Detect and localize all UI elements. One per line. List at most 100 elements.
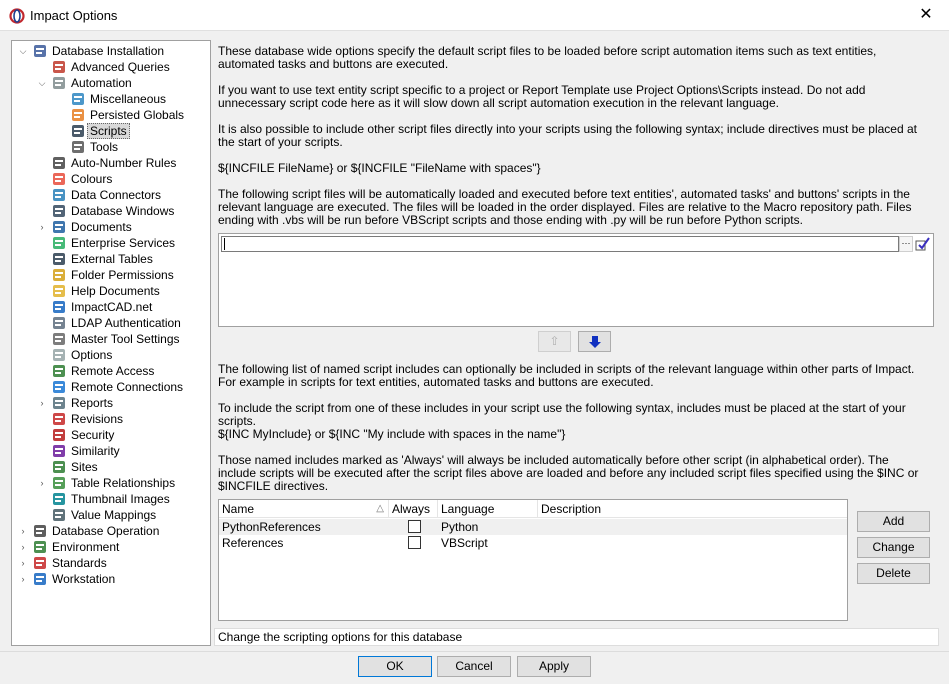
script-file-input[interactable] xyxy=(221,236,899,252)
globe-icon xyxy=(53,301,65,313)
thumbnail-icon xyxy=(53,493,65,505)
column-description[interactable]: Description xyxy=(538,500,847,518)
gears-icon xyxy=(53,77,65,89)
tree-item-advanced-queries[interactable]: Advanced Queries xyxy=(12,59,210,75)
tree-item-label: Environment xyxy=(52,540,120,554)
grid-header: Name △ Always Language Description xyxy=(219,500,847,518)
include-name: References xyxy=(222,536,284,550)
close-button[interactable]: ✕ xyxy=(903,0,949,31)
tree-item-label: Workstation xyxy=(52,572,116,586)
tree-item-label: Database Windows xyxy=(71,204,175,218)
tree-item-master-tool-settings[interactable]: Master Tool Settings xyxy=(12,331,210,347)
browse-button[interactable]: ··· xyxy=(899,236,913,252)
options-tree[interactable]: ⌵ Database Installation Advanced Queries ⌵ A… xyxy=(11,40,211,646)
tree-item-reports[interactable]: › Reports xyxy=(12,395,210,411)
tree-item-database-operation[interactable]: › Database Operation xyxy=(12,523,210,539)
tree-item-data-connectors[interactable]: Data Connectors xyxy=(12,187,210,203)
arrow-up-icon: ⇧ xyxy=(549,334,560,348)
add-button[interactable]: Add xyxy=(857,511,930,532)
security-icon xyxy=(53,429,65,441)
project-scripts-text: If you want to use text entity script sp… xyxy=(218,83,866,110)
tree-item-standards[interactable]: › Standards xyxy=(12,555,210,571)
expand-icon[interactable]: › xyxy=(18,539,28,555)
always-checkbox[interactable] xyxy=(408,520,421,533)
column-language[interactable]: Language xyxy=(438,500,538,518)
column-always[interactable]: Always xyxy=(389,500,438,518)
tree-item-environment[interactable]: › Environment xyxy=(12,539,210,555)
tree-item-label: Table Relationships xyxy=(71,476,176,490)
ok-button[interactable]: OK xyxy=(358,656,432,677)
tree-item-remote-connections[interactable]: Remote Connections xyxy=(12,379,210,395)
tree-item-label: Enterprise Services xyxy=(71,236,176,250)
tree-item-folder-permissions[interactable]: Folder Permissions xyxy=(12,267,210,283)
tree-item-label: Documents xyxy=(71,220,132,234)
delete-button[interactable]: Delete xyxy=(857,563,930,584)
tree-item-label: Miscellaneous xyxy=(90,92,167,106)
expand-icon[interactable]: › xyxy=(18,571,28,587)
apply-button[interactable]: Apply xyxy=(517,656,591,677)
tree-item-external-tables[interactable]: External Tables xyxy=(12,251,210,267)
tree-item-security[interactable]: Security xyxy=(12,427,210,443)
tree-item-label: Security xyxy=(71,428,115,442)
tree-item-similarity[interactable]: Similarity xyxy=(12,443,210,459)
tree-item-persisted-globals[interactable]: Persisted Globals xyxy=(12,107,210,123)
always-checkbox[interactable] xyxy=(408,536,421,549)
enterprise-icon xyxy=(53,237,65,249)
expand-icon[interactable]: › xyxy=(37,395,47,411)
db-operation-icon xyxy=(34,525,46,537)
expand-icon[interactable]: › xyxy=(37,219,47,235)
tree-item-automation[interactable]: ⌵ Automation xyxy=(12,75,210,91)
tree-item-auto-number-rules[interactable]: Auto-Number Rules xyxy=(12,155,210,171)
tree-item-label: Database Operation xyxy=(52,524,160,538)
column-name[interactable]: Name △ xyxy=(219,500,389,518)
expand-icon[interactable]: › xyxy=(18,555,28,571)
tree-item-remote-access[interactable]: Remote Access xyxy=(12,363,210,379)
expand-icon[interactable]: › xyxy=(37,475,47,491)
move-down-button[interactable] xyxy=(578,331,611,352)
tree-item-help-documents[interactable]: Help Documents xyxy=(12,283,210,299)
tree-item-value-mappings[interactable]: Value Mappings xyxy=(12,507,210,523)
tree-item-ldap-authentication[interactable]: LDAP Authentication xyxy=(12,315,210,331)
script-files-list[interactable]: ··· xyxy=(218,233,934,327)
tree-item-options[interactable]: Options xyxy=(12,347,210,363)
table-row[interactable]: References VBScript xyxy=(219,535,847,551)
move-up-button[interactable]: ⇧ xyxy=(538,331,571,352)
remote-access-icon xyxy=(53,365,65,377)
tree-item-thumbnail-images[interactable]: Thumbnail Images xyxy=(12,491,210,507)
collapse-icon[interactable]: ⌵ xyxy=(37,75,47,91)
tree-item-miscellaneous[interactable]: Miscellaneous xyxy=(12,91,210,107)
table-row[interactable]: PythonReferences Python xyxy=(219,519,847,535)
tree-item-table-relationships[interactable]: › Table Relationships xyxy=(12,475,210,491)
tree-item-enterprise-services[interactable]: Enterprise Services xyxy=(12,235,210,251)
globals-icon xyxy=(72,109,84,121)
revisions-icon xyxy=(53,413,65,425)
sites-icon xyxy=(53,461,65,473)
tree-item-database-installation[interactable]: ⌵ Database Installation xyxy=(12,43,210,59)
tree-item-scripts[interactable]: Scripts xyxy=(12,123,210,139)
tree-item-workstation[interactable]: › Workstation xyxy=(12,571,210,587)
tree-item-tools[interactable]: Tools xyxy=(12,139,210,155)
tree-item-label: Value Mappings xyxy=(71,508,157,522)
tree-item-label: Automation xyxy=(71,76,132,90)
tree-item-database-windows[interactable]: Database Windows xyxy=(12,203,210,219)
cancel-button[interactable]: Cancel xyxy=(437,656,511,677)
edit-script-icon[interactable] xyxy=(915,236,931,252)
include-language: Python xyxy=(441,520,479,534)
intro-text: These database wide options specify the … xyxy=(218,44,877,71)
include-language: VBScript xyxy=(441,536,488,550)
tree-item-impactcad-net[interactable]: ImpactCAD.net xyxy=(12,299,210,315)
tree-item-label: Options xyxy=(71,348,113,362)
sql-icon xyxy=(53,61,65,73)
tree-item-documents[interactable]: › Documents xyxy=(12,219,210,235)
folder-icon xyxy=(53,269,65,281)
tree-item-sites[interactable]: Sites xyxy=(12,459,210,475)
tree-item-revisions[interactable]: Revisions xyxy=(12,411,210,427)
expand-icon[interactable]: › xyxy=(18,523,28,539)
arrow-down-icon xyxy=(588,336,601,348)
tree-item-label: Remote Connections xyxy=(71,380,184,394)
includes-grid[interactable]: Name △ Always Language Description Pytho… xyxy=(218,499,848,621)
tree-item-colours[interactable]: Colours xyxy=(12,171,210,187)
status-text: Change the scripting options for this da… xyxy=(214,628,939,646)
change-button[interactable]: Change xyxy=(857,537,930,558)
collapse-icon[interactable]: ⌵ xyxy=(18,43,28,59)
